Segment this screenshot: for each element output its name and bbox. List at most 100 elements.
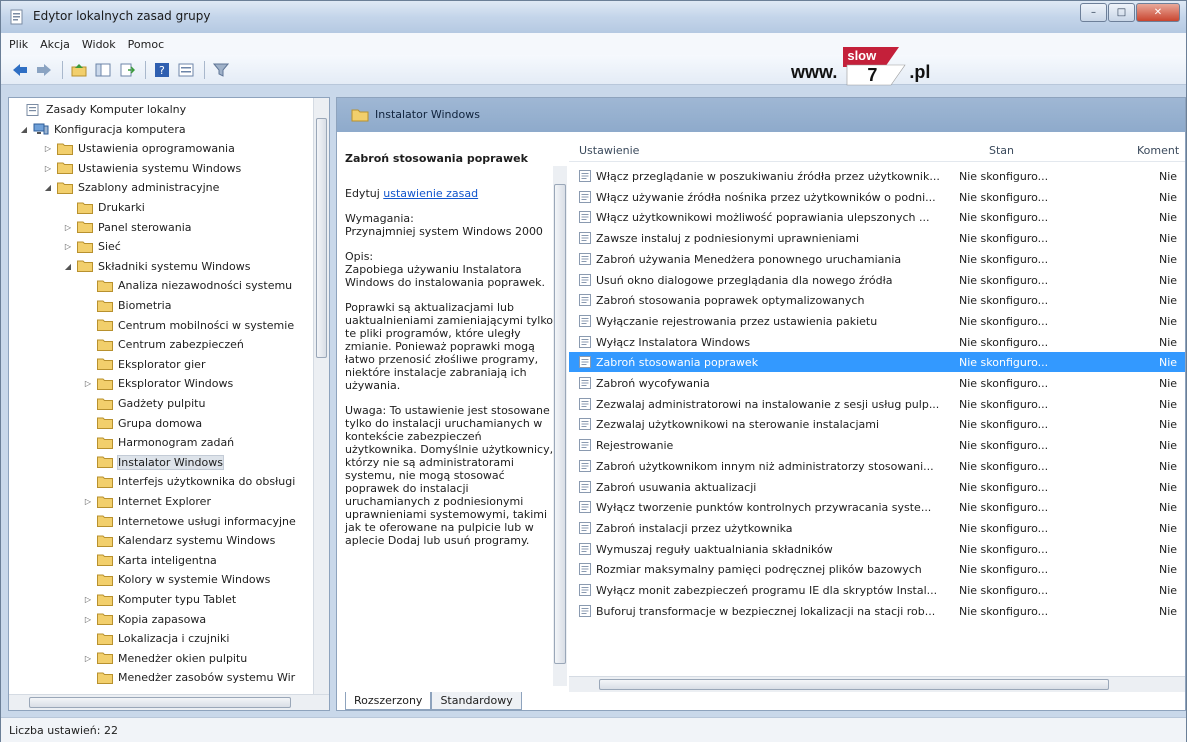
tab-extended[interactable]: Rozszerzony xyxy=(345,692,432,710)
setting-row[interactable]: Buforuj transformacje w bezpiecznej loka… xyxy=(569,601,1185,621)
tree-item[interactable]: Centrum zabezpieczeń xyxy=(83,335,244,354)
tree-item[interactable]: ▷ Eksplorator Windows xyxy=(83,374,233,393)
tree-item[interactable]: Analiza niezawodności systemu xyxy=(83,276,292,295)
tree-item[interactable]: Instalator Windows xyxy=(83,453,224,472)
expand-arrow-icon[interactable]: ▷ xyxy=(63,223,73,232)
tree-horizontal-scroll-thumb[interactable] xyxy=(29,697,291,708)
list-horizontal-scroll-thumb[interactable] xyxy=(599,679,1109,690)
expand-arrow-icon[interactable]: ▷ xyxy=(43,144,53,153)
tree-vertical-scrollbar[interactable] xyxy=(313,98,329,694)
tree-item[interactable]: ▷ Kopia zapasowa xyxy=(83,610,206,629)
tree-item[interactable]: ◢ Składniki systemu Windows xyxy=(63,257,251,276)
tree-horizontal-scrollbar[interactable] xyxy=(9,694,329,710)
tree-item[interactable]: ▷ Menedżer okien pulpitu xyxy=(83,649,247,668)
title-bar[interactable]: Edytor lokalnych zasad grupy – □ ✕ xyxy=(1,1,1186,33)
show-hide-tree-button[interactable] xyxy=(92,60,114,80)
setting-row[interactable]: Wymuszaj reguły uaktualniania składników… xyxy=(569,539,1185,559)
tree-item[interactable]: Menedżer zasobów systemu Wir xyxy=(83,668,295,687)
expand-arrow-icon[interactable]: ▷ xyxy=(83,654,93,663)
forward-button[interactable] xyxy=(33,60,55,80)
collapse-arrow-icon[interactable]: ◢ xyxy=(43,183,53,192)
setting-row[interactable]: Zezwalaj administratorowi na instalowani… xyxy=(569,394,1185,414)
tab-standard[interactable]: Standardowy xyxy=(431,692,522,710)
setting-row[interactable]: Zabroń użytkownikom innym niż administra… xyxy=(569,456,1185,476)
expand-arrow-icon[interactable]: ▷ xyxy=(43,164,53,173)
policy-setting-icon xyxy=(579,604,591,617)
tree-item[interactable]: Eksplorator gier xyxy=(83,355,205,374)
edit-policy-link[interactable]: ustawienie zasad xyxy=(383,187,478,200)
folder-icon xyxy=(97,300,113,312)
expand-arrow-icon[interactable]: ▷ xyxy=(63,242,73,251)
tree-item[interactable]: Lokalizacja i czujniki xyxy=(83,629,229,648)
tree-item[interactable]: ▷ Ustawienia systemu Windows xyxy=(43,159,241,178)
expand-arrow-icon[interactable]: ▷ xyxy=(83,595,93,604)
setting-row[interactable]: Włącz użytkownikowi możliwość poprawiani… xyxy=(569,207,1185,227)
setting-row[interactable]: Wyłącz Instalatora Windows Nie skonfiguro… xyxy=(569,332,1185,352)
setting-row[interactable]: Zabroń stosowania poprawek Nie skonfiguro… xyxy=(569,352,1185,373)
setting-row[interactable]: Rejestrowanie Nie skonfiguro... Nie xyxy=(569,435,1185,455)
setting-name: Zezwalaj użytkownikowi na sterowanie ins… xyxy=(596,418,880,432)
tree-item[interactable]: ▷ Komputer typu Tablet xyxy=(83,590,236,609)
expand-arrow-icon[interactable]: ▷ xyxy=(83,497,93,506)
setting-row[interactable]: Włącz używanie źródła nośnika przez użyt… xyxy=(569,187,1185,207)
maximize-button[interactable]: □ xyxy=(1108,3,1135,22)
back-button[interactable] xyxy=(9,60,31,80)
tree-item[interactable]: Biometria xyxy=(83,296,171,315)
menu-plik[interactable]: Plik xyxy=(9,38,28,51)
setting-row[interactable]: Rozmiar maksymalny pamięci podręcznej pl… xyxy=(569,559,1185,579)
tree-item[interactable]: ▷ Panel sterowania xyxy=(63,218,192,237)
expand-arrow-icon[interactable]: ▷ xyxy=(83,379,93,388)
tree-item[interactable]: Internetowe usługi informacyjne xyxy=(83,512,296,531)
tree-item[interactable]: Zasady Komputer lokalny xyxy=(11,100,186,119)
tree-item[interactable]: Drukarki xyxy=(63,198,145,217)
column-header-state[interactable]: Stan xyxy=(989,144,1014,157)
filter-button[interactable] xyxy=(210,60,232,80)
setting-row[interactable]: Włącz przeglądanie w poszukiwaniu źródła… xyxy=(569,166,1185,186)
tree-item[interactable]: Interfejs użytkownika do obsługi xyxy=(83,472,295,491)
folder-icon xyxy=(97,554,113,567)
help-button[interactable]: ? xyxy=(151,60,173,80)
setting-row[interactable]: Zabroń usuwania aktualizacji Nie skonfigu… xyxy=(569,477,1185,497)
column-header-setting[interactable]: Ustawienie xyxy=(579,144,639,157)
tree-item[interactable]: Centrum mobilności w systemie xyxy=(83,316,294,335)
properties-button[interactable] xyxy=(175,60,197,80)
setting-row[interactable]: Zezwalaj użytkownikowi na sterowanie ins… xyxy=(569,414,1185,434)
tree-item[interactable]: Gadżety pulpitu xyxy=(83,394,205,413)
description-scroll-thumb[interactable] xyxy=(554,184,566,664)
list-horizontal-scrollbar[interactable] xyxy=(569,676,1185,692)
setting-comment: Nie xyxy=(1159,356,1178,370)
tree-item[interactable]: ▷ Internet Explorer xyxy=(83,492,211,511)
expand-arrow-icon[interactable]: ▷ xyxy=(83,615,93,624)
setting-row[interactable]: Usuń okno dialogowe przeglądania dla now… xyxy=(569,270,1185,290)
up-folder-button[interactable] xyxy=(68,60,90,80)
menu-widok[interactable]: Widok xyxy=(82,38,116,51)
setting-row[interactable]: Wyłącz tworzenie punktów kontrolnych prz… xyxy=(569,497,1185,517)
description-scrollbar[interactable] xyxy=(553,166,567,686)
export-list-button[interactable] xyxy=(116,60,138,80)
tree-item[interactable]: Kalendarz systemu Windows xyxy=(83,531,275,550)
setting-row[interactable]: Wyłączanie rejestrowania przez ustawieni… xyxy=(569,311,1185,331)
tree-item[interactable]: Harmonogram zadań xyxy=(83,433,234,452)
collapse-arrow-icon[interactable]: ◢ xyxy=(19,125,29,134)
tree-item[interactable]: ▷ Ustawienia oprogramowania xyxy=(43,139,235,158)
setting-row[interactable]: Zabroń wycofywania Nie skonfiguro... Nie xyxy=(569,373,1185,393)
setting-row[interactable]: Zawsze instaluj z podniesionymi uprawnie… xyxy=(569,228,1185,248)
tree-item[interactable]: Kolory w systemie Windows xyxy=(83,570,270,589)
setting-row[interactable]: Wyłącz monit zabezpieczeń programu IE dl… xyxy=(569,580,1185,600)
setting-row[interactable]: Zabroń używania Menedżera ponownego uruc… xyxy=(569,249,1185,269)
tree-item-label: Menedżer okien pulpitu xyxy=(118,651,248,665)
setting-row[interactable]: Zabroń instalacji przez użytkownika Nie s… xyxy=(569,518,1185,538)
minimize-button[interactable]: – xyxy=(1080,3,1107,22)
collapse-arrow-icon[interactable]: ◢ xyxy=(63,262,73,271)
menu-akcja[interactable]: Akcja xyxy=(40,38,70,51)
tree-item[interactable]: ▷ Sieć xyxy=(63,237,121,256)
tree-vertical-scroll-thumb[interactable] xyxy=(316,118,327,358)
tree-item[interactable]: ◢ Konfiguracja komputera xyxy=(19,120,186,139)
tree-item[interactable]: Grupa domowa xyxy=(83,414,202,433)
close-button[interactable]: ✕ xyxy=(1136,3,1180,22)
menu-pomoc[interactable]: Pomoc xyxy=(128,38,164,51)
setting-row[interactable]: Zabroń stosowania poprawek optymalizowan… xyxy=(569,290,1185,310)
tree-item[interactable]: ◢ Szablony administracyjne xyxy=(43,178,220,197)
column-header-comment[interactable]: Koment xyxy=(1137,144,1179,157)
tree-item[interactable]: Karta inteligentna xyxy=(83,551,217,570)
